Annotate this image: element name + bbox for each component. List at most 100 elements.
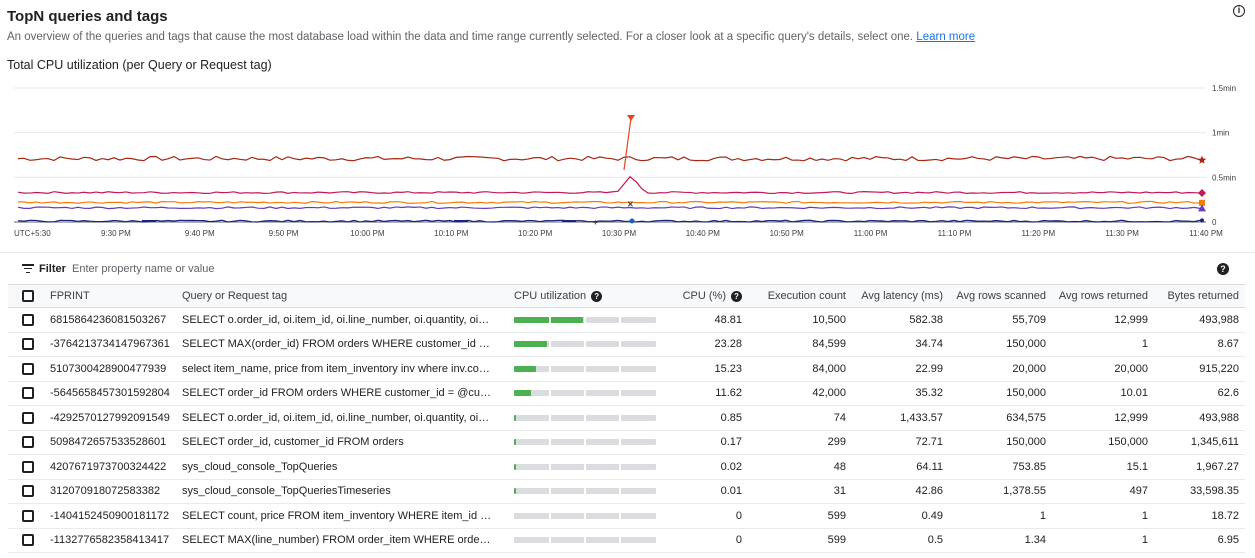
table-row[interactable]: 4207671973700324422 sys_cloud_console_Top…	[8, 454, 1245, 480]
row-checkbox[interactable]	[22, 485, 34, 498]
cpu-utilization-bar	[514, 341, 656, 348]
avg-rows-scanned-cell: 1.34	[949, 528, 1052, 553]
x-tick-label: 11:00 PM	[854, 229, 888, 238]
cpu-pct-help-icon[interactable]: ?	[731, 290, 742, 302]
page-description: An overview of the queries and tags that…	[7, 31, 975, 43]
row-checkbox[interactable]	[22, 436, 34, 449]
cpu-utilization-bar	[514, 512, 656, 519]
x-tick-label: 10:50 PM	[770, 229, 805, 238]
row-checkbox[interactable]	[22, 362, 34, 375]
help-icon[interactable]: ?	[1217, 263, 1229, 275]
row-select-cell	[8, 479, 44, 504]
col-avg-rows-scanned[interactable]: Avg rows scanned	[949, 284, 1052, 308]
series-end-marker	[1198, 189, 1206, 198]
execution-count-cell: 74	[748, 405, 852, 431]
col-cpu-utilization[interactable]: CPU utilization?	[508, 284, 668, 308]
table-row[interactable]: -5645658457301592804 SELECT order_id FROM…	[8, 381, 1245, 406]
col-query[interactable]: Query or Request tag	[176, 284, 508, 308]
row-checkbox[interactable]	[22, 411, 34, 424]
chart-series: ✕+	[17, 115, 1207, 227]
learn-more-link[interactable]: Learn more	[916, 31, 975, 43]
query-cell[interactable]: SELECT MAX(order_id) FROM orders WHERE c…	[176, 332, 508, 357]
bytes-returned-cell: 493,988	[1154, 307, 1245, 333]
table-row[interactable]: -1404152450900181172 SELECT count, price …	[8, 503, 1245, 529]
row-select-cell	[8, 356, 44, 382]
row-checkbox[interactable]	[22, 460, 34, 473]
table-row[interactable]: -1132776582358413417 SELECT MAX(line_numb…	[8, 528, 1245, 553]
col-execution-count[interactable]: Execution count	[748, 284, 852, 308]
row-select-cell	[8, 405, 44, 431]
cpu-pct-cell: 48.81	[668, 307, 748, 333]
fprint-cell[interactable]: 312070918072583382	[44, 479, 176, 504]
row-checkbox[interactable]	[22, 509, 34, 522]
avg-rows-scanned-cell: 1,378.55	[949, 479, 1052, 504]
fprint-cell[interactable]: 6815864236081503267	[44, 307, 176, 333]
cpu-utilization-cell	[508, 381, 668, 406]
avg-latency-cell: 22.99	[852, 356, 949, 382]
fprint-cell[interactable]: -5645658457301592804	[44, 381, 176, 406]
fprint-cell[interactable]: -4292570127992091549	[44, 405, 176, 431]
table-row[interactable]: 5098472657533528601 SELECT order_id, cust…	[8, 430, 1245, 455]
table-row[interactable]: 5107300428900477939 select item_name, pri…	[8, 356, 1245, 382]
row-checkbox[interactable]	[22, 338, 34, 351]
table-row[interactable]: 6815864236081503267 SELECT o.order_id, oi…	[8, 307, 1245, 333]
execution-count-cell: 31	[748, 479, 852, 504]
fprint-cell[interactable]: 5098472657533528601	[44, 430, 176, 455]
fprint-cell[interactable]: -3764213734147967361	[44, 332, 176, 357]
col-avg-rows-returned[interactable]: Avg rows returned	[1052, 284, 1154, 308]
bytes-returned-cell: 1,967.27	[1154, 454, 1245, 480]
row-checkbox[interactable]	[22, 313, 34, 326]
query-text: SELECT MAX(order_id) FROM orders WHERE c…	[182, 338, 492, 351]
table-row[interactable]: -4292570127992091549 SELECT o.order_id, o…	[8, 405, 1245, 431]
query-cell[interactable]: SELECT order_id FROM orders WHERE custom…	[176, 381, 508, 406]
cpu-utilization-help-icon[interactable]: ?	[591, 290, 603, 302]
cpu-utilization-cell	[508, 454, 668, 480]
col-cpu-pct[interactable]: CPU (%)?	[668, 284, 748, 308]
series-line	[17, 175, 1201, 195]
spike-marker	[627, 115, 635, 121]
cpu-pct-cell: 0.02	[668, 454, 748, 480]
filter-input[interactable]	[72, 259, 672, 279]
table-row[interactable]: -3764213734147967361 SELECT MAX(order_id)…	[8, 332, 1245, 357]
query-text: SELECT order_id FROM orders WHERE custom…	[182, 387, 492, 400]
description-text: An overview of the queries and tags that…	[7, 31, 914, 43]
table-row[interactable]: 312070918072583382 sys_cloud_console_TopQ…	[8, 479, 1245, 504]
query-cell[interactable]: SELECT count, price FROM item_inventory …	[176, 503, 508, 529]
avg-rows-returned-cell: 1	[1052, 332, 1154, 357]
info-icon[interactable]: i	[1233, 5, 1245, 17]
avg-rows-returned-cell: 1	[1052, 503, 1154, 529]
row-select-cell	[8, 454, 44, 480]
fprint-cell[interactable]: 5107300428900477939	[44, 356, 176, 382]
select-all-header	[8, 284, 44, 308]
query-cell[interactable]: SELECT o.order_id, oi.item_id, oi.line_n…	[176, 307, 508, 333]
row-checkbox[interactable]	[22, 387, 34, 400]
x-axis-ticks: UTC+5:30 9:30 PM 9:40 PM 9:50 PM 10:00 PM 10:…	[14, 229, 1223, 238]
col-avg-latency[interactable]: Avg latency (ms)	[852, 284, 949, 308]
fprint-cell[interactable]: 4207671973700324422	[44, 454, 176, 480]
avg-rows-returned-cell: 497	[1052, 479, 1154, 504]
fprint-cell[interactable]: -1132776582358413417	[44, 528, 176, 553]
execution-count-cell: 599	[748, 503, 852, 529]
filter-icon[interactable]	[22, 264, 34, 274]
query-cell[interactable]: SELECT MAX(line_number) FROM order_item …	[176, 528, 508, 553]
x-tick-label: 11:40 PM	[1189, 229, 1223, 238]
avg-latency-cell: 35.32	[852, 381, 949, 406]
cpu-utilization-cell	[508, 503, 668, 529]
filter-label[interactable]: Filter	[39, 263, 66, 275]
query-cell[interactable]: SELECT o.order_id, oi.item_id, oi.line_n…	[176, 405, 508, 431]
query-cell[interactable]: select item_name, price from item_invent…	[176, 356, 508, 382]
cpu-utilization-fill	[514, 463, 516, 470]
fprint-cell[interactable]: -1404152450900181172	[44, 503, 176, 529]
cpu-utilization-bar	[514, 488, 656, 495]
row-select-cell	[8, 332, 44, 357]
execution-count-cell: 84,599	[748, 332, 852, 357]
col-bytes-returned[interactable]: Bytes returned	[1154, 284, 1245, 308]
avg-rows-scanned-cell: 1	[949, 503, 1052, 529]
query-cell[interactable]: sys_cloud_console_TopQueries	[176, 454, 508, 480]
query-cell[interactable]: sys_cloud_console_TopQueriesTimeseries	[176, 479, 508, 504]
query-cell[interactable]: SELECT order_id, customer_id FROM orders	[176, 430, 508, 455]
col-fprint[interactable]: FPRINT	[44, 284, 176, 308]
bytes-returned-cell: 915,220	[1154, 356, 1245, 382]
row-checkbox[interactable]	[22, 534, 34, 547]
select-all-checkbox[interactable]	[22, 290, 34, 303]
